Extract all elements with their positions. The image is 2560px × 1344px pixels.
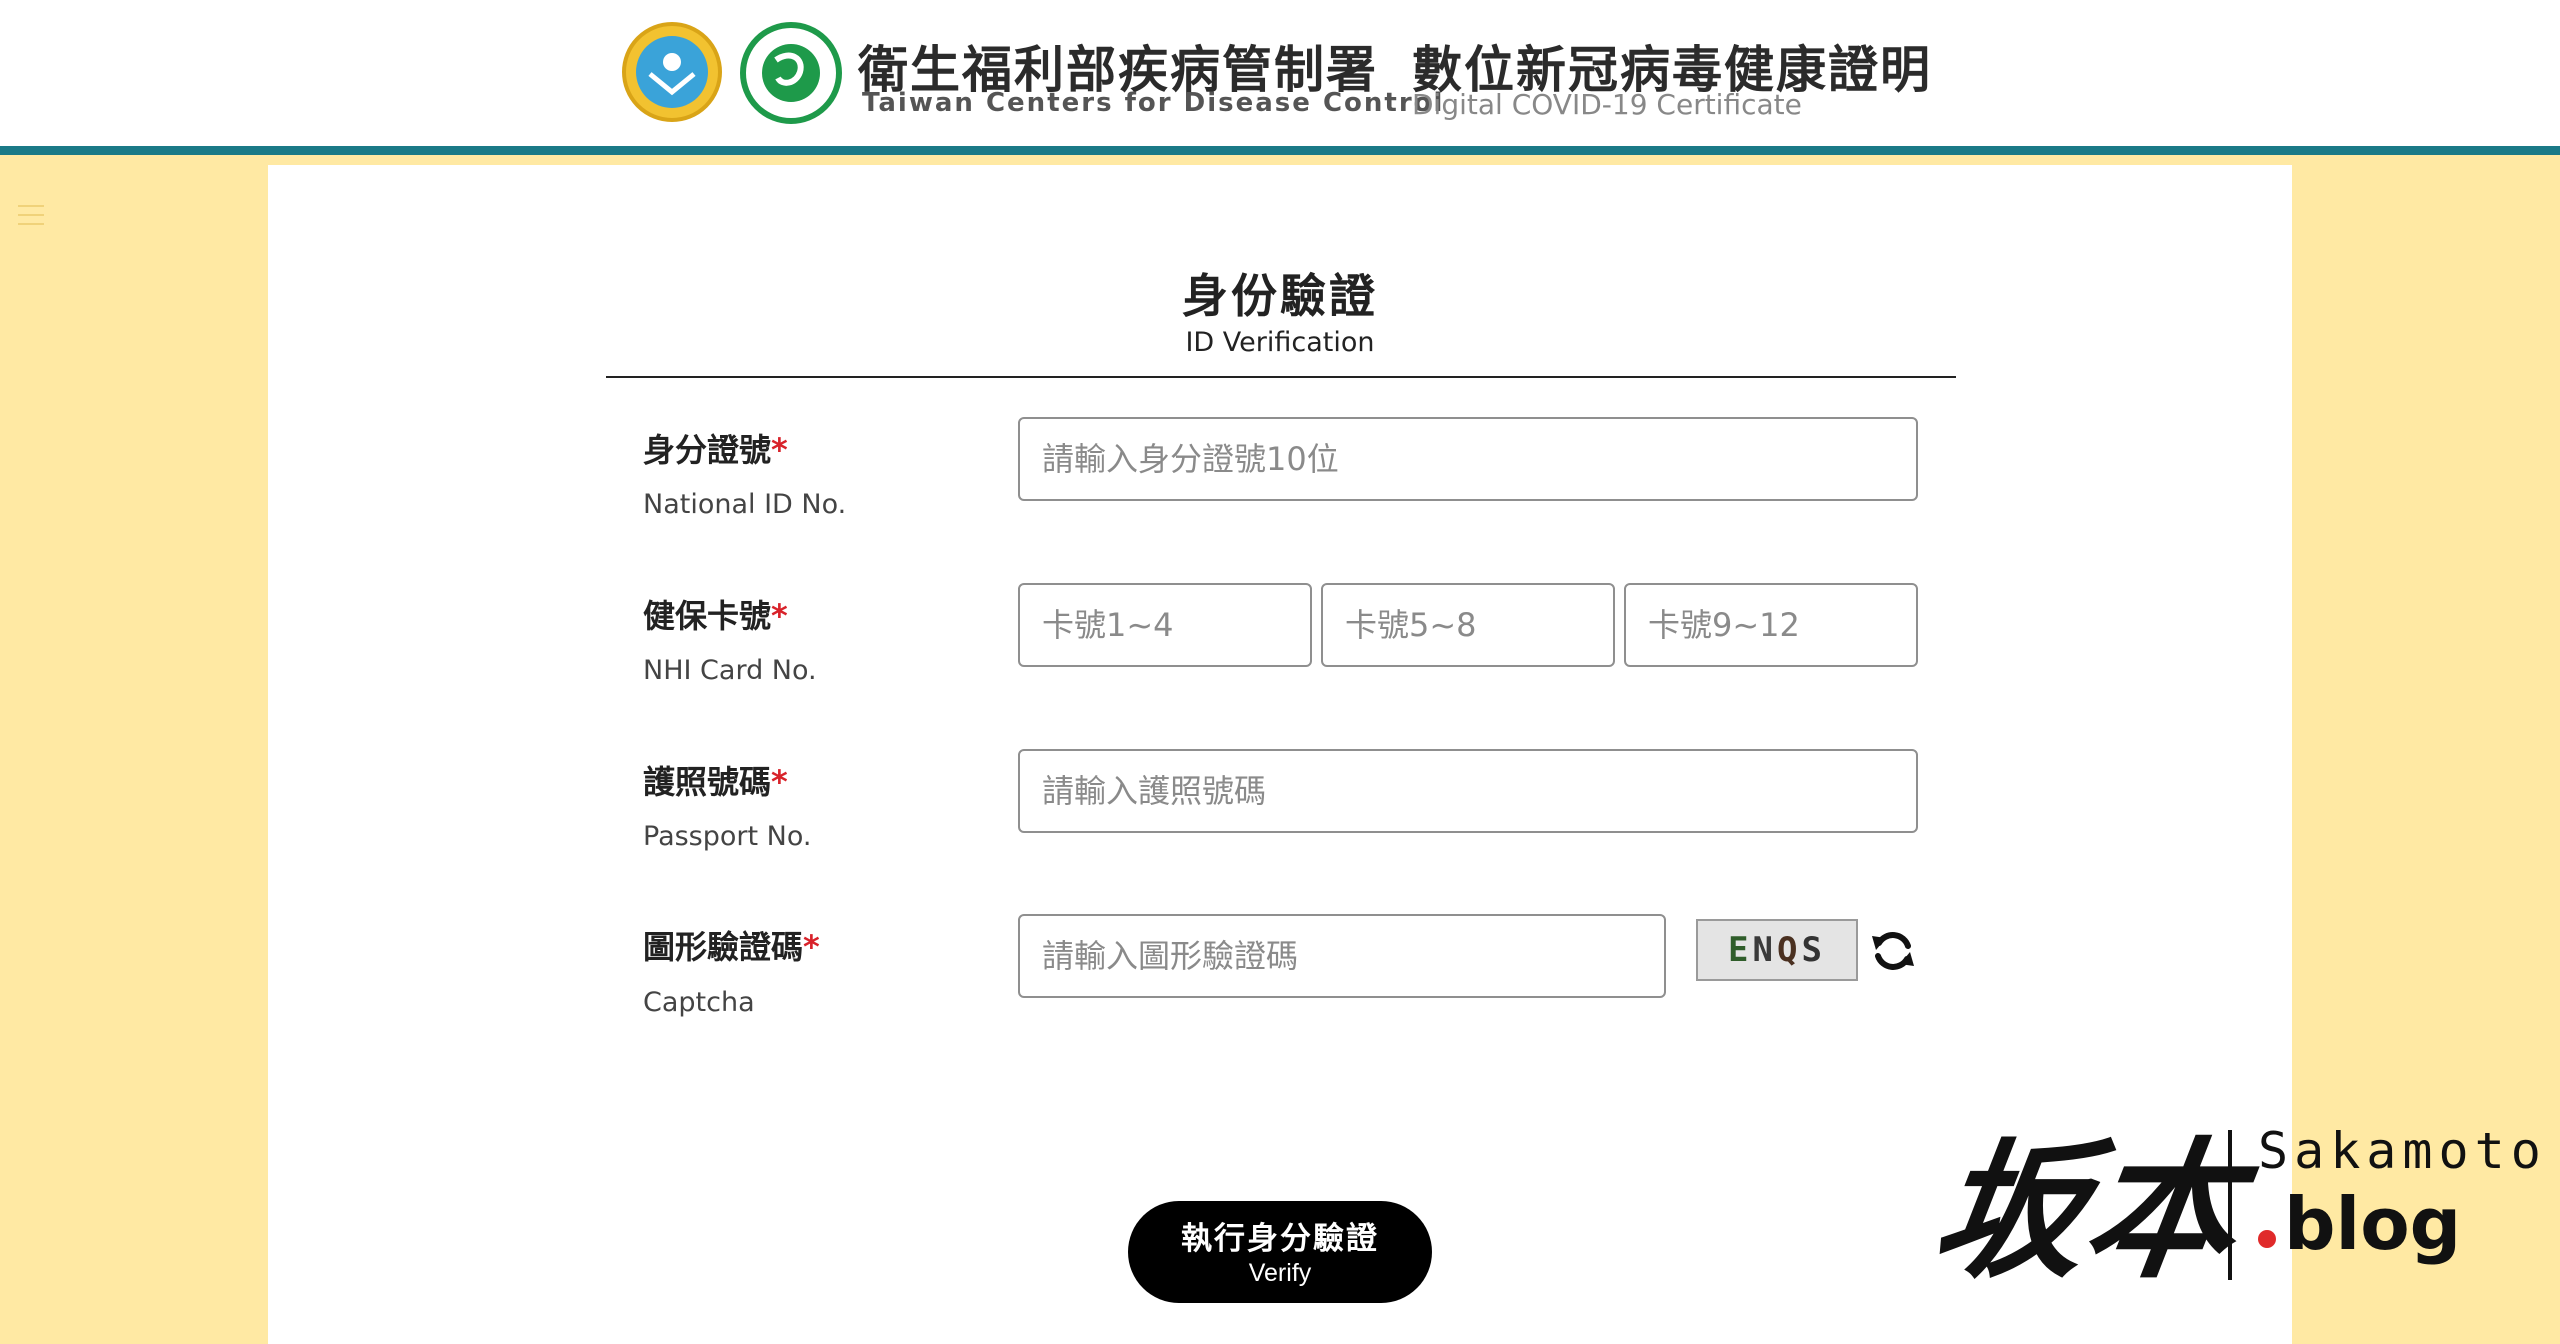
watermark-divider [2228,1130,2232,1280]
captcha-label-en: Captcha [643,987,755,1018]
watermark-dot [2258,1230,2276,1248]
agency-name-en: Taiwan Centers for Disease Control [862,88,1445,118]
watermark-kanji: 坂本 [1923,1123,2249,1299]
passport-label-en: Passport No. [643,821,812,852]
required-mark: * [771,431,788,469]
sakamoto-blog-watermark: 坂本 Sakamoto blog [1924,1090,2541,1300]
national-id-label-text: 身分證號 [643,431,772,469]
captcha-char: N [1752,930,1777,970]
required-mark: * [771,597,788,635]
required-mark: * [803,928,820,966]
captcha-char: S [1801,930,1826,970]
national-id-input[interactable] [1018,417,1918,501]
captcha-label: 圖形驗證碼* [643,922,820,968]
captcha-input[interactable] [1018,914,1666,998]
verify-button[interactable]: 執行身分驗證 Verify [1128,1201,1432,1303]
passport-label: 護照號碼* [643,757,788,803]
nhi-card-label-en: NHI Card No. [643,655,817,686]
watermark-suffix: blog [2284,1182,2462,1266]
cdc-logo [740,22,842,124]
national-id-label-en: National ID No. [643,489,847,520]
captcha-char: Q [1777,930,1802,970]
passport-label-text: 護照號碼 [643,763,772,801]
verify-button-label-en: Verify [1248,1259,1312,1287]
national-id-label: 身分證號* [643,425,788,471]
title-divider [606,376,1956,378]
nhi-card-label-text: 健保卡號 [643,597,772,635]
service-title-en: Digital COVID-19 Certificate [1412,88,1802,121]
nhi-card-input-1[interactable] [1018,583,1312,667]
nhi-card-label: 健保卡號* [643,591,788,637]
page-title-en: ID Verification [1185,327,1375,358]
mohw-logo [622,22,722,122]
hamburger-icon[interactable] [18,205,44,227]
captcha-label-text: 圖形驗證碼 [643,928,804,966]
watermark-latin: Sakamoto [2258,1122,2547,1180]
captcha-image: ENQS [1696,919,1858,981]
site-header: 衛生福利部疾病管制署 Taiwan Centers for Disease Co… [0,0,2560,155]
captcha-char: E [1728,930,1753,970]
required-mark: * [771,763,788,801]
page-title-zh: 身份驗證 [1182,269,1378,323]
nhi-card-input-3[interactable] [1624,583,1918,667]
verify-button-label-zh: 執行身分驗證 [1181,1221,1379,1256]
refresh-icon[interactable] [1868,926,1918,976]
nhi-card-input-2[interactable] [1321,583,1615,667]
passport-input[interactable] [1018,749,1918,833]
